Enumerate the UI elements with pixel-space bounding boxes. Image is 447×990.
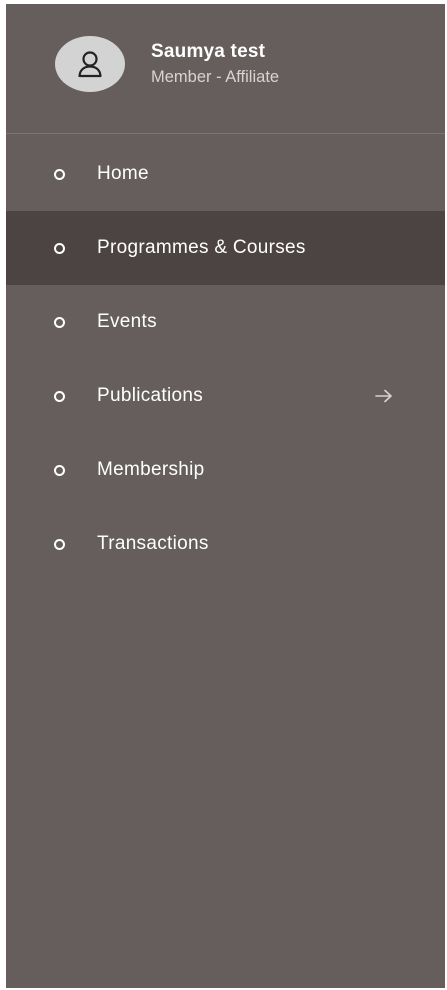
bullet-icon xyxy=(54,390,65,402)
menu-item-programmes-courses[interactable]: Programmes & Courses xyxy=(6,211,445,285)
bullet-icon xyxy=(54,464,65,476)
menu-list: Home Programmes & Courses Events Publica… xyxy=(6,137,445,581)
arrow-right-icon[interactable] xyxy=(373,387,395,405)
menu-item-label: Programmes & Courses xyxy=(97,237,306,258)
navigation-drawer: Saumya test Member - Affiliate Home Prog… xyxy=(6,4,445,988)
bullet-icon xyxy=(54,242,65,254)
profile-role: Member - Affiliate xyxy=(151,68,280,86)
menu-item-label: Membership xyxy=(97,459,205,480)
menu-item-publications[interactable]: Publications xyxy=(6,359,445,433)
menu-item-label: Publications xyxy=(97,385,204,406)
profile-name: Saumya test xyxy=(151,41,266,62)
bullet-icon xyxy=(54,316,65,328)
menu-item-label: Events xyxy=(97,311,157,332)
bullet-icon xyxy=(54,168,65,180)
menu-item-membership[interactable]: Membership xyxy=(6,433,445,507)
bullet-icon xyxy=(54,538,65,550)
menu-item-events[interactable]: Events xyxy=(6,285,445,359)
menu-item-label: Home xyxy=(97,163,149,184)
menu-item-home[interactable]: Home xyxy=(6,137,445,211)
menu-item-transactions[interactable]: Transactions xyxy=(6,507,445,581)
user-icon xyxy=(78,51,102,78)
avatar[interactable] xyxy=(55,36,125,92)
profile-header[interactable]: Saumya test Member - Affiliate xyxy=(6,4,445,134)
menu-item-label: Transactions xyxy=(97,533,209,554)
